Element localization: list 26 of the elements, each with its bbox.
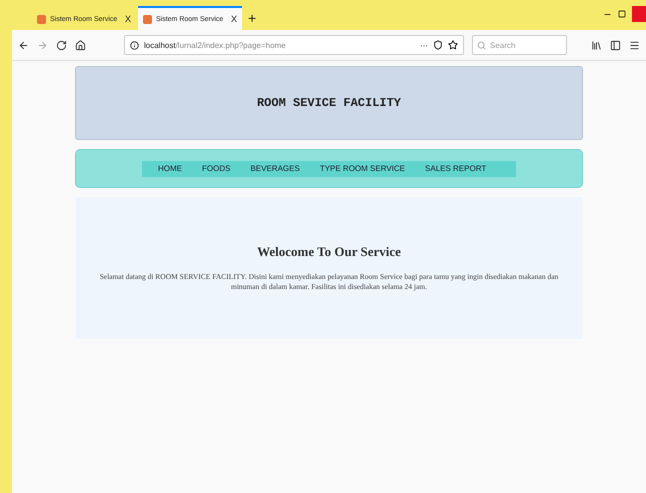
star-icon[interactable] xyxy=(448,40,458,50)
tab-close-button[interactable]: X xyxy=(124,14,131,24)
new-tab-button[interactable]: + xyxy=(248,10,256,26)
favicon-icon xyxy=(37,14,46,24)
menu-link[interactable]: SALES REPORT xyxy=(425,164,486,173)
more-button[interactable]: ··· xyxy=(420,40,428,50)
url-text: localhost/lurnal2/index.php?page=home xyxy=(144,40,286,50)
menu-link[interactable]: TYPE ROOM SERVICE xyxy=(320,164,406,173)
search-icon xyxy=(477,40,486,50)
menu-link[interactable]: HOME xyxy=(158,164,182,173)
maximize-icon[interactable] xyxy=(618,10,626,18)
info-icon[interactable] xyxy=(130,40,139,50)
menu-link[interactable]: FOODS xyxy=(202,164,230,173)
tab-close-button[interactable]: X xyxy=(230,14,237,24)
address-bar[interactable]: localhost/lurnal2/index.php?page=home ··· xyxy=(124,35,464,55)
sidebar-icon[interactable] xyxy=(610,40,621,50)
shield-icon[interactable] xyxy=(433,40,443,50)
welcome-heading: Welocome To Our Service xyxy=(257,244,401,260)
site-header: ROOM SEVICE FACILITY xyxy=(75,66,583,140)
reload-icon[interactable] xyxy=(56,40,67,50)
favicon-icon xyxy=(143,14,152,24)
menu-link[interactable]: BEVERAGES xyxy=(250,164,300,173)
home-icon[interactable] xyxy=(75,40,86,50)
back-icon[interactable] xyxy=(18,40,29,50)
library-icon[interactable] xyxy=(591,40,602,50)
menu-icon[interactable] xyxy=(629,40,640,50)
